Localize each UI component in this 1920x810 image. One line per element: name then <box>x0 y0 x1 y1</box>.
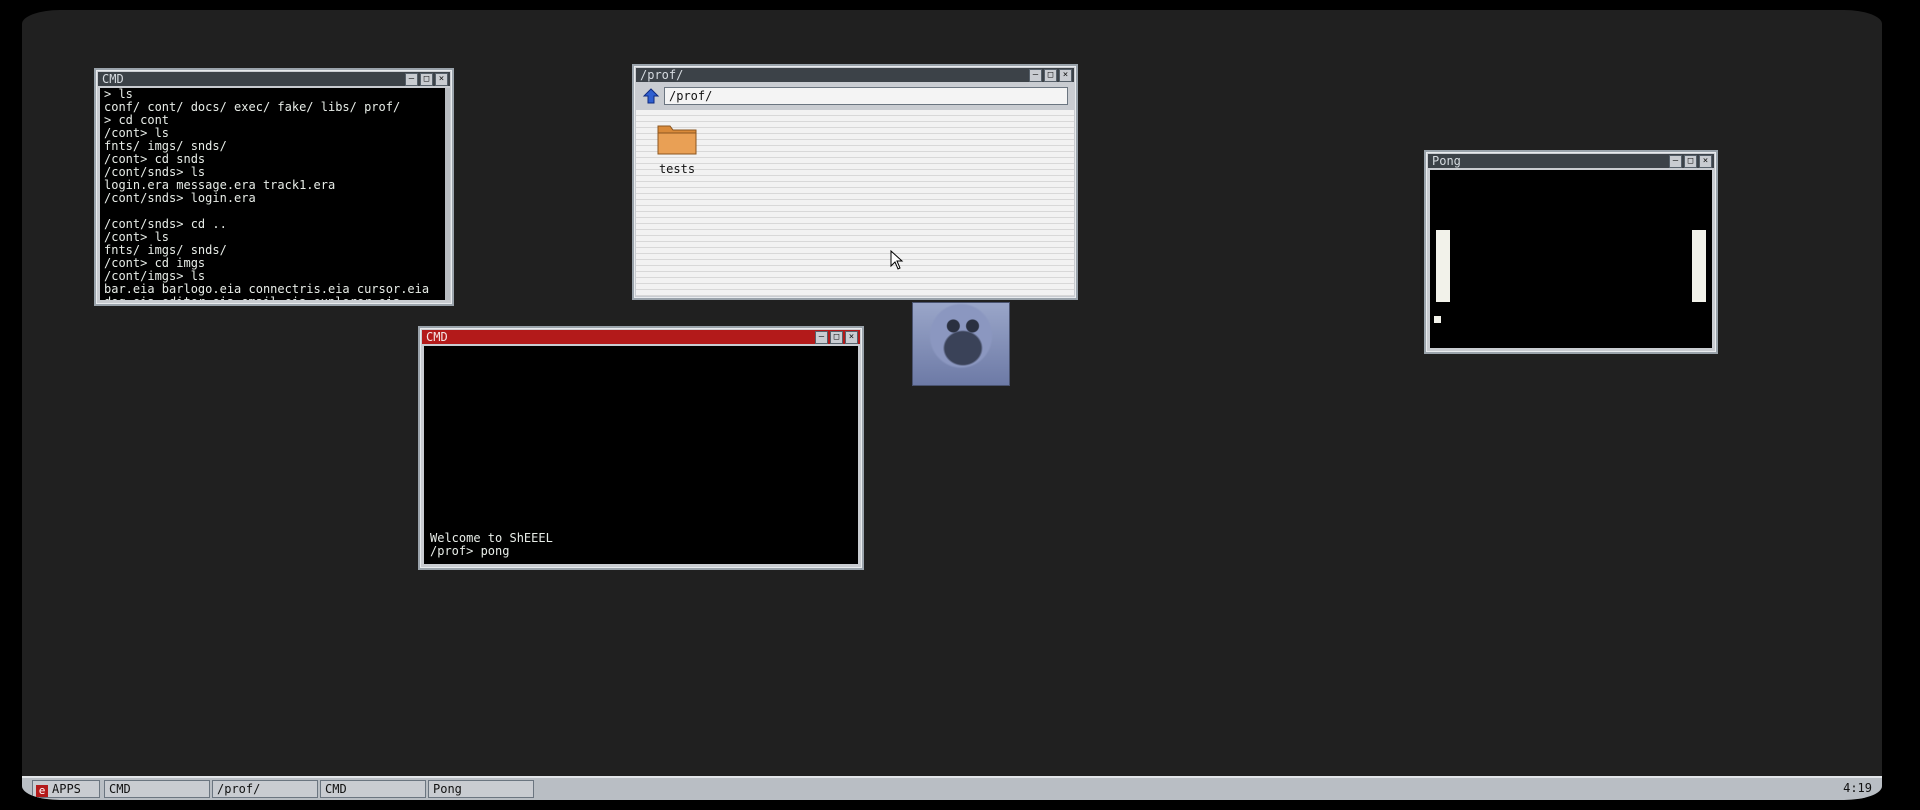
left-paddle <box>1436 230 1450 302</box>
pong-game-area[interactable] <box>1430 170 1712 348</box>
taskbar-item-pong[interactable]: Pong <box>428 780 534 798</box>
taskbar-item-explorer[interactable]: /prof/ <box>212 780 318 798</box>
pong-ball <box>1434 316 1441 323</box>
terminal-window-active[interactable]: CMD – □ × Welcome to ShEEEL /prof> pong <box>418 326 864 570</box>
terminal-text: Welcome to ShEEEL /prof> pong <box>430 531 553 558</box>
apps-label: APPS <box>52 782 81 796</box>
pong-window[interactable]: Pong – □ × <box>1424 150 1718 354</box>
window-title: Pong <box>1432 154 1461 168</box>
minimize-button[interactable]: – <box>405 73 418 86</box>
minimize-button[interactable]: – <box>815 331 828 344</box>
taskbar-item-cmd-active[interactable]: CMD <box>320 780 426 798</box>
folder-tests[interactable]: tests <box>654 120 700 176</box>
minimize-button[interactable]: – <box>1029 69 1042 82</box>
file-explorer-window[interactable]: /prof/ – □ × /prof/ tests <box>632 64 1078 300</box>
terminal-output[interactable]: > ls conf/ cont/ docs/ exec/ fake/ libs/… <box>100 88 446 300</box>
right-paddle <box>1692 230 1706 302</box>
apps-logo-icon: e <box>36 785 48 797</box>
apps-button[interactable]: e APPS <box>32 780 100 798</box>
mouse-cursor-icon <box>890 250 904 270</box>
close-button[interactable]: × <box>435 73 448 86</box>
taskbar-item-cmd[interactable]: CMD <box>104 780 210 798</box>
clock: 4:19 <box>1843 781 1872 795</box>
scrollbar[interactable] <box>445 88 450 300</box>
titlebar[interactable]: CMD – □ × <box>422 330 860 344</box>
titlebar[interactable]: Pong – □ × <box>1428 154 1714 168</box>
titlebar[interactable]: /prof/ – □ × <box>636 68 1074 82</box>
titlebar[interactable]: CMD – □ × <box>98 72 450 86</box>
close-button[interactable]: × <box>845 331 858 344</box>
up-arrow-icon[interactable] <box>642 87 660 105</box>
terminal-window-left[interactable]: CMD – □ × > ls conf/ cont/ docs/ exec/ f… <box>94 68 454 306</box>
maximize-button[interactable]: □ <box>830 331 843 344</box>
window-title: CMD <box>102 72 124 86</box>
taskbar: e APPS CMD /prof/ CMD Pong 4:19 <box>22 776 1882 800</box>
file-list: tests <box>636 110 1074 296</box>
maximize-button[interactable]: □ <box>420 73 433 86</box>
address-bar-row: /prof/ <box>636 84 1074 108</box>
dog-image <box>912 302 1010 386</box>
minimize-button[interactable]: – <box>1669 155 1682 168</box>
maximize-button[interactable]: □ <box>1684 155 1697 168</box>
window-title: /prof/ <box>640 68 684 82</box>
close-button[interactable]: × <box>1699 155 1712 168</box>
folder-label: tests <box>658 162 696 176</box>
close-button[interactable]: × <box>1059 69 1072 82</box>
window-title: CMD <box>426 330 448 344</box>
terminal-output[interactable]: Welcome to ShEEEL /prof> pong <box>424 346 858 564</box>
folder-icon <box>657 125 697 155</box>
address-field[interactable]: /prof/ <box>664 87 1068 105</box>
maximize-button[interactable]: □ <box>1044 69 1057 82</box>
desktop: CMD – □ × > ls conf/ cont/ docs/ exec/ f… <box>22 10 1882 800</box>
